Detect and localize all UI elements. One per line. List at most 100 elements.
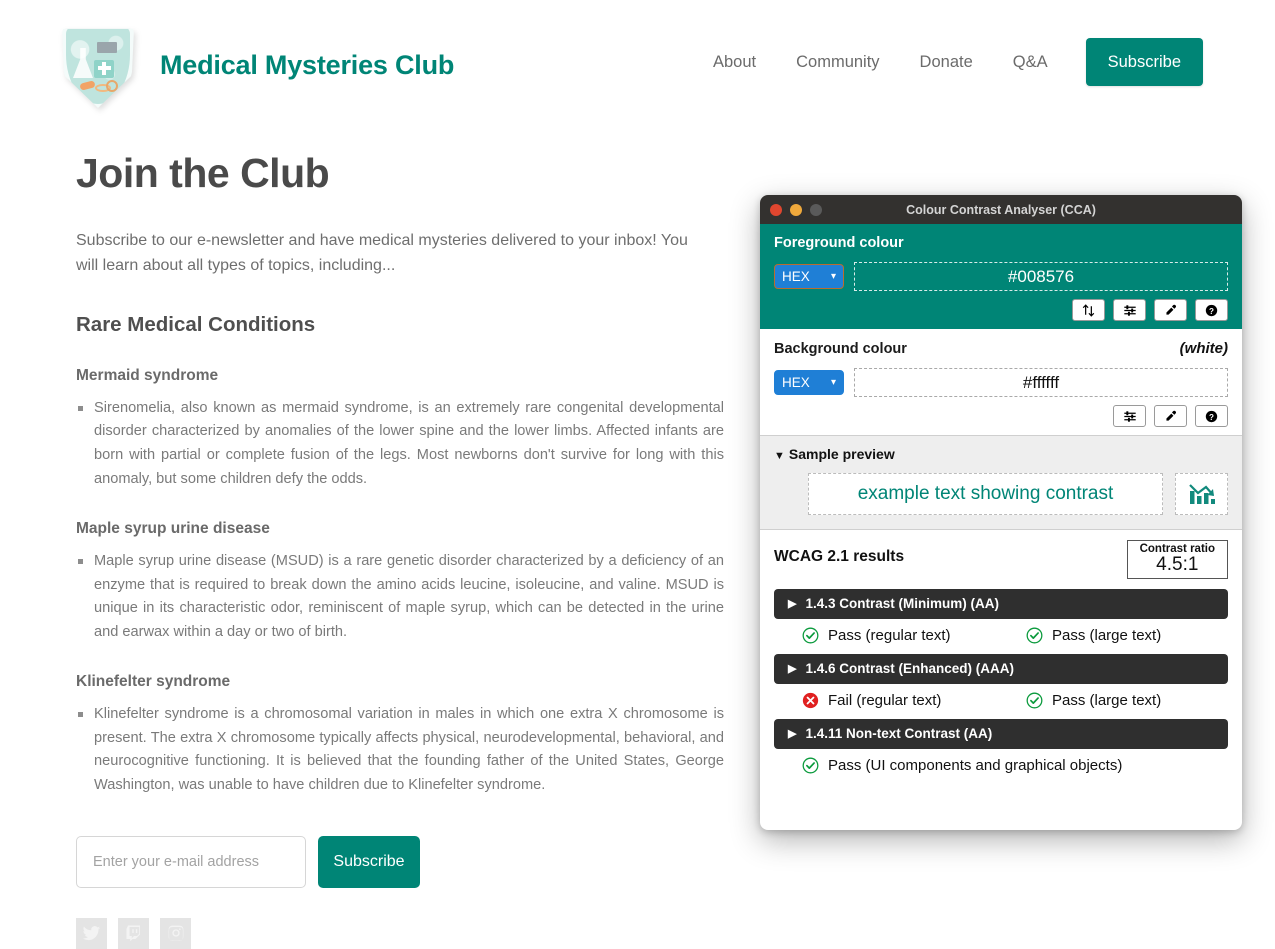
foreground-button-row: ? [774,299,1228,321]
caret-right-icon: ▶ [788,728,797,741]
window-controls [770,203,822,216]
list-item: Maple syrup urine disease (MSUD) is a ra… [78,550,724,645]
nav-link-about[interactable]: About [693,39,776,85]
wcag-results-section: WCAG 2.1 results Contrast ratio 4.5:1 ▶ … [760,530,1242,786]
foreground-colour-row: HEX ▾ [774,262,1228,291]
nav-link-community[interactable]: Community [776,39,899,85]
bar-chart-declining-icon [1186,476,1218,513]
criterion-1-4-6-header[interactable]: ▶ 1.4.6 Contrast (Enhanced) (AAA) [774,653,1228,684]
caret-down-icon: ▼ [774,450,785,462]
minimize-button[interactable] [790,203,802,216]
twitter-icon[interactable] [76,917,107,949]
result-regular-text: Fail (regular text) [802,692,1026,709]
background-hex-input[interactable] [854,368,1228,397]
chevron-down-icon: ▾ [830,377,836,388]
chevron-down-icon: ▾ [830,271,836,282]
pass-check-icon [1026,692,1043,709]
pass-check-icon [1026,627,1043,644]
subscribe-button[interactable]: Subscribe [318,835,420,888]
result-label: Pass (large text) [1052,691,1162,709]
page-title: Join the Club [76,150,330,196]
criterion-1-4-11: ▶ 1.4.11 Non-text Contrast (AA) Pass (UI… [774,718,1228,774]
main-nav: About Community Donate Q&A Subscribe [693,38,1203,86]
colour-sliders-button[interactable] [1113,299,1146,321]
foreground-colour-section: Foreground colour HEX ▾ ? [760,224,1242,329]
result-label: Fail (regular text) [828,691,942,709]
foreground-hex-input[interactable] [854,262,1228,291]
nav-link-donate[interactable]: Donate [900,39,993,85]
result-label: Pass (regular text) [828,626,951,644]
result-large-text: Pass (large text) [1026,627,1161,644]
subscribe-form: Subscribe [76,835,726,888]
cca-titlebar[interactable]: Colour Contrast Analyser (CCA) [760,195,1242,224]
result-ui-components: Pass (UI components and graphical object… [802,757,1122,774]
background-colour-row: HEX ▾ [774,368,1228,397]
foreground-label: Foreground colour [774,235,904,251]
criterion-1-4-3-header[interactable]: ▶ 1.4.3 Contrast (Minimum) (AA) [774,588,1228,619]
topic-title: Maple syrup urine disease [76,519,270,537]
criterion-1-4-11-results: Pass (UI components and graphical object… [774,757,1228,774]
help-button[interactable]: ? [1195,405,1228,427]
sample-text-preview: example text showing contrast [808,473,1163,515]
intro-paragraph: Subscribe to our e-newsletter and have m… [76,232,688,274]
list-item: Sirenomelia, also known as mermaid syndr… [78,397,724,492]
background-format-value: HEX [782,375,810,390]
nav-link-qa[interactable]: Q&A [993,39,1068,85]
shield-lab-icon [62,22,134,108]
fail-cross-icon [802,692,819,709]
svg-text:?: ? [1209,306,1214,315]
sample-preview-section: ▼ Sample preview example text showing con… [760,436,1242,530]
criterion-1-4-11-title: 1.4.11 Non-text Contrast (AA) [805,726,993,742]
cca-window-title: Colour Contrast Analyser (CCA) [906,202,1096,217]
caret-right-icon: ▶ [788,598,797,611]
topic-maple-syrup-urine-disease: Maple syrup urine disease Maple syrup ur… [76,520,726,645]
topic-body-list: Klinefelter syndrome is a chromosomal va… [76,703,726,798]
foreground-format-value: HEX [782,269,810,284]
criterion-1-4-11-header[interactable]: ▶ 1.4.11 Non-text Contrast (AA) [774,718,1228,749]
colour-sliders-button[interactable] [1113,405,1146,427]
site-header: Medical Mysteries Club About Community D… [0,0,1275,124]
topic-body-list: Maple syrup urine disease (MSUD) is a ra… [76,550,726,645]
background-colour-section: Background colour (white) HEX ▾ ? [760,329,1242,436]
cca-window[interactable]: Colour Contrast Analyser (CCA) Foregroun… [760,195,1242,830]
wcag-results-title: WCAG 2.1 results [774,548,905,565]
eyedropper-button[interactable] [1154,405,1187,427]
topic-klinefelter-syndrome: Klinefelter syndrome Klinefelter syndrom… [76,673,726,798]
brand[interactable]: Medical Mysteries Club [62,22,454,108]
maximize-button[interactable] [810,203,822,216]
background-button-row: ? [774,405,1228,427]
swap-colours-button[interactable] [1072,299,1105,321]
topic-title: Mermaid syndrome [76,366,219,384]
criterion-1-4-6-title: 1.4.6 Contrast (Enhanced) (AAA) [805,661,1014,677]
eyedropper-button[interactable] [1154,299,1187,321]
background-format-select[interactable]: HEX ▾ [774,370,844,395]
result-label: Pass (UI components and graphical object… [828,756,1123,774]
svg-text:?: ? [1209,412,1214,421]
criterion-1-4-6: ▶ 1.4.6 Contrast (Enhanced) (AAA) Fail (… [774,653,1228,709]
pass-check-icon [802,757,819,774]
brand-title: Medical Mysteries Club [160,49,455,80]
contrast-ratio-box: Contrast ratio 4.5:1 [1126,540,1228,579]
nav-subscribe-button[interactable]: Subscribe [1085,38,1203,86]
contrast-ratio-value: 4.5:1 [1156,554,1199,575]
sample-preview-label: Sample preview [788,446,895,462]
sample-graphic-preview [1175,473,1228,515]
background-colour-note: (white) [1179,340,1228,357]
twitch-icon[interactable] [118,917,149,949]
result-regular-text: Pass (regular text) [802,627,1026,644]
topic-body-list: Sirenomelia, also known as mermaid syndr… [76,397,726,492]
criterion-1-4-3-title: 1.4.3 Contrast (Minimum) (AA) [805,596,999,612]
list-item: Klinefelter syndrome is a chromosomal va… [78,703,724,798]
close-button[interactable] [770,203,782,216]
caret-right-icon: ▶ [788,663,797,676]
email-field[interactable] [76,835,306,888]
foreground-format-select[interactable]: HEX ▾ [774,264,844,289]
pass-check-icon [802,627,819,644]
main-content: Join the Club Subscribe to our e-newslet… [76,150,726,949]
result-large-text: Pass (large text) [1026,692,1161,709]
sample-preview-toggle[interactable]: ▼ Sample preview [774,446,1228,462]
instagram-icon[interactable] [160,917,191,949]
help-button[interactable]: ? [1195,299,1228,321]
topic-mermaid-syndrome: Mermaid syndrome Sirenomelia, also known… [76,367,726,492]
criterion-1-4-3-results: Pass (regular text) Pass (large text) [774,627,1228,644]
